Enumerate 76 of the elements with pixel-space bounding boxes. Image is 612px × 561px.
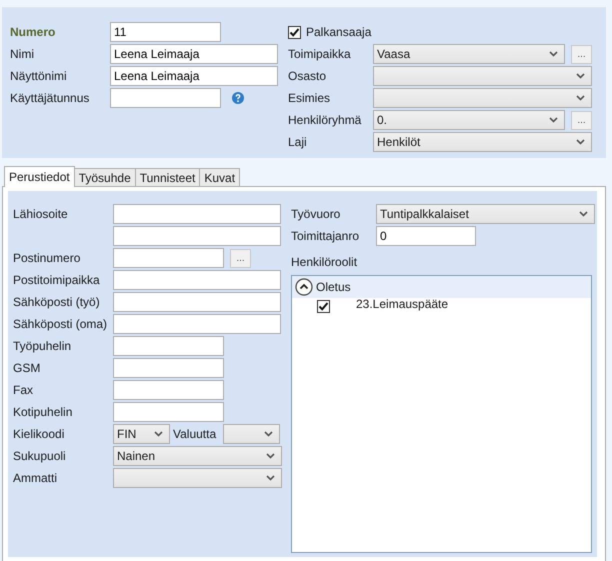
field-label: Esimies xyxy=(288,91,332,105)
tab[interactable]: Tunnisteet xyxy=(134,168,200,186)
dropdown[interactable]: Tuntipalkkalaiset xyxy=(376,204,595,224)
field-label: Työvuoro xyxy=(291,207,342,221)
field-label: Laji xyxy=(288,135,308,149)
caret-icon xyxy=(576,73,585,79)
help-icon[interactable] xyxy=(232,92,244,104)
text-field[interactable]: Leena Leimaaja xyxy=(110,66,278,86)
field-label: Ammatti xyxy=(13,471,58,485)
group-title: Oletus xyxy=(316,280,351,294)
caret-icon xyxy=(576,139,585,145)
field-label: Henkilöryhmä xyxy=(288,113,362,127)
caret-icon xyxy=(266,475,275,481)
text-field[interactable] xyxy=(113,226,281,246)
dropdown[interactable] xyxy=(223,424,280,444)
browse-button[interactable]: ... xyxy=(571,44,592,64)
text-field[interactable] xyxy=(113,336,224,356)
field-label: Lähiosoite xyxy=(13,207,69,221)
caret-icon xyxy=(154,431,163,437)
field-label: Nimi xyxy=(10,47,35,61)
caret-icon xyxy=(576,95,585,101)
field-label: Sähköposti (oma) xyxy=(13,317,108,331)
field-label: Osasto xyxy=(288,69,328,83)
dropdown[interactable] xyxy=(113,468,282,488)
text-field[interactable] xyxy=(113,380,224,400)
field-label: Postinumero xyxy=(13,251,82,265)
dropdown[interactable]: Nainen xyxy=(113,446,282,466)
field-label: Sähköposti (työ) xyxy=(13,295,101,309)
field-label: GSM xyxy=(13,361,42,375)
dropdown[interactable]: 0. xyxy=(373,110,565,130)
field-label: Toimittajanro xyxy=(291,229,360,243)
text-field[interactable] xyxy=(113,292,281,312)
dropdown[interactable]: FIN xyxy=(113,424,170,444)
field-label: Valuutta xyxy=(173,427,217,441)
caret-icon xyxy=(549,51,558,57)
browse-button[interactable]: ... xyxy=(230,248,251,268)
field-label: Toimipaikka xyxy=(288,47,352,61)
dropdown[interactable] xyxy=(373,88,592,108)
field-label: Sukupuoli xyxy=(13,449,67,463)
tab[interactable]: Perustiedot xyxy=(4,166,75,187)
field-label: Käyttäjätunnus xyxy=(10,91,90,105)
tab[interactable]: Kuvat xyxy=(199,168,240,186)
text-field[interactable] xyxy=(113,248,224,268)
field-label: Numero xyxy=(10,25,56,39)
checkbox[interactable] xyxy=(288,26,301,38)
dropdown[interactable] xyxy=(373,66,592,86)
field-label: Kotipuhelin xyxy=(13,405,74,419)
text-field[interactable] xyxy=(113,402,224,422)
text-field[interactable] xyxy=(113,358,224,378)
field-label: Fax xyxy=(13,383,34,397)
caret-icon xyxy=(264,431,273,437)
text-field[interactable]: 11 xyxy=(110,22,221,42)
dropdown[interactable]: Vaasa xyxy=(373,44,565,64)
list-label: Henkilöroolit xyxy=(291,255,358,269)
field-label: Näyttönimi xyxy=(10,69,68,83)
field-label: Kielikoodi xyxy=(13,427,66,441)
collapse-icon[interactable] xyxy=(295,278,313,296)
text-field[interactable] xyxy=(110,88,221,108)
dropdown[interactable]: Henkilöt xyxy=(373,132,592,152)
text-field[interactable] xyxy=(113,204,281,224)
browse-button[interactable]: ... xyxy=(571,110,592,130)
checkbox-label: Palkansaaja xyxy=(306,25,372,39)
text-field[interactable]: 0 xyxy=(376,226,476,246)
group-header[interactable]: Oletus xyxy=(292,276,591,298)
checkbox[interactable] xyxy=(317,300,330,312)
caret-icon xyxy=(579,211,588,217)
caret-icon xyxy=(266,453,275,459)
caret-icon xyxy=(549,117,558,123)
text-field[interactable]: Leena Leimaaja xyxy=(110,44,278,64)
tab[interactable]: Työsuhde xyxy=(74,168,136,186)
text-field[interactable] xyxy=(113,314,281,334)
role-list[interactable]: Oletus 23.Leimauspääte xyxy=(291,275,592,553)
text-field[interactable] xyxy=(113,270,281,290)
field-label: Postitoimipaikka xyxy=(13,273,101,287)
role-label: 23.Leimauspääte xyxy=(356,296,448,310)
field-label: Työpuhelin xyxy=(13,339,72,353)
